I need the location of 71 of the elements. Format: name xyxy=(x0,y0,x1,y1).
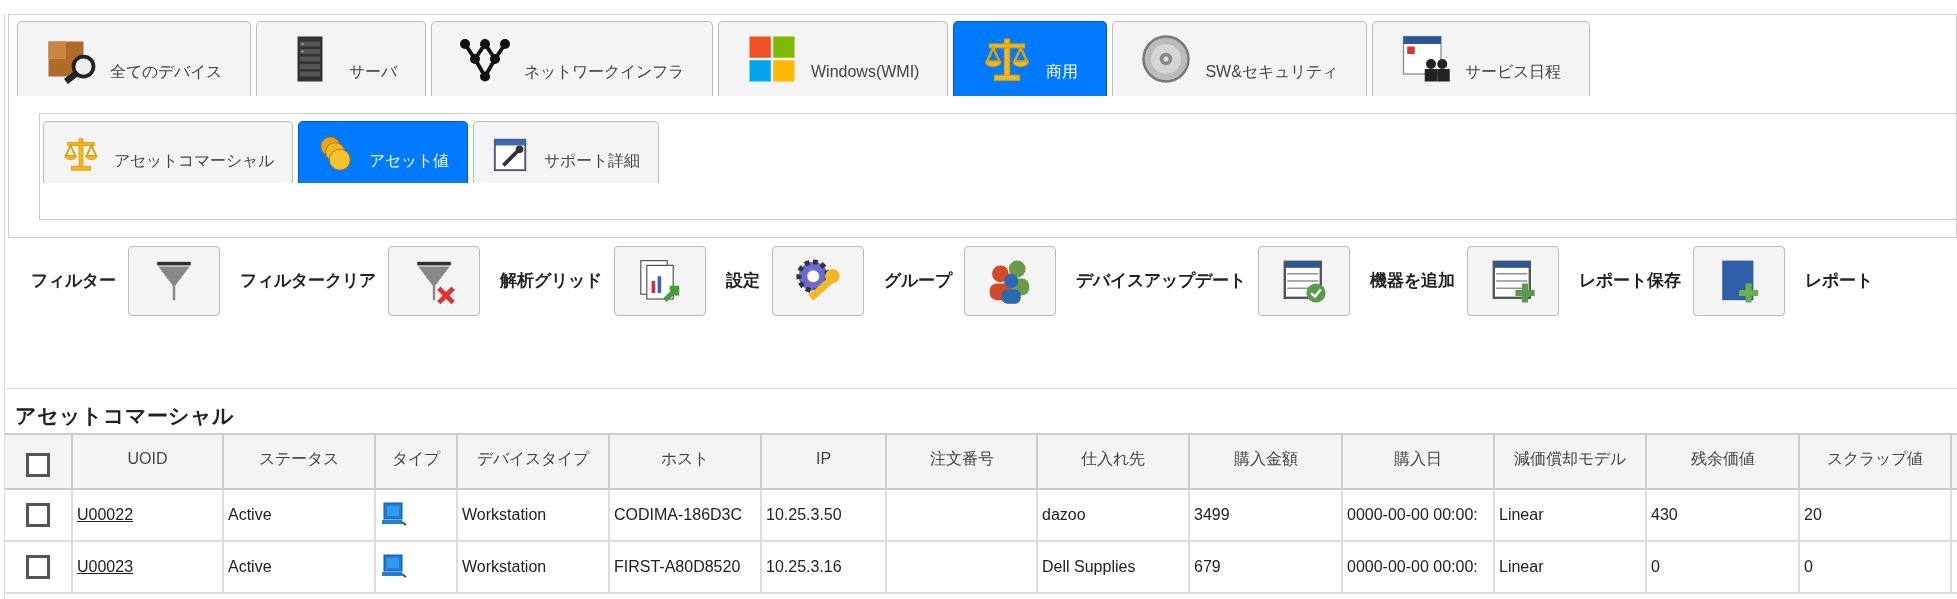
computer-icon xyxy=(380,553,408,581)
toolbar-button[interactable] xyxy=(772,246,864,316)
toolbar-button[interactable] xyxy=(964,246,1056,316)
tab[interactable]: Windows(WMI) xyxy=(718,21,949,96)
table-cell-text: 0 xyxy=(1651,557,1660,577)
toolbar-button[interactable] xyxy=(1693,246,1785,316)
table-cell-text: 20 xyxy=(1804,505,1822,525)
column-header[interactable]: UOID xyxy=(127,447,168,471)
table-cell-text: Workstation xyxy=(462,505,547,525)
column-header[interactable]: 仕入れ先 xyxy=(1081,447,1145,471)
table-cell-text: Linear xyxy=(1499,557,1544,577)
toolbar-button[interactable] xyxy=(614,246,706,316)
toolbar-label: 解析グリッド xyxy=(500,270,602,293)
table-cell-text: dazoo xyxy=(1042,505,1086,525)
balance-scale-icon xyxy=(62,135,100,173)
table-cell-text: 0 xyxy=(1804,557,1813,577)
column-header[interactable]: 注文番号 xyxy=(929,447,994,471)
disc-icon xyxy=(1141,34,1192,84)
toolbar-label: フィルター xyxy=(31,270,116,293)
tab[interactable]: 全てのデバイス xyxy=(17,21,251,96)
tab[interactable]: SW&セキュリティ xyxy=(1112,21,1367,96)
table-cell-text: Workstation xyxy=(462,557,547,577)
checkbox[interactable] xyxy=(26,452,50,477)
four-squares-icon xyxy=(747,34,797,84)
column-header[interactable]: 購入金額 xyxy=(1233,447,1298,471)
table-cell-text: Dell Supplies xyxy=(1042,557,1136,577)
tab[interactable]: 商用 xyxy=(953,21,1108,96)
toolbar-button[interactable] xyxy=(1467,246,1559,316)
toolbar-label: 設定 xyxy=(726,270,760,293)
table-title: アセットコマーシャル xyxy=(14,403,235,429)
table-cell-text: Linear xyxy=(1499,505,1544,525)
table-cell-text: Active xyxy=(228,505,272,525)
tab[interactable]: サーバ xyxy=(256,21,426,96)
tab[interactable]: ネットワークインフラ xyxy=(431,21,713,96)
calendar-people-icon xyxy=(1400,34,1451,84)
column-header[interactable]: IP xyxy=(815,447,832,471)
toolbar-button[interactable] xyxy=(388,246,480,316)
toolbar-label: 機器を追加 xyxy=(1370,270,1455,293)
toolbar-label: レポート保存 xyxy=(1579,270,1681,293)
subtab[interactable]: アセットコマーシャル xyxy=(43,121,293,183)
toolbar-button[interactable] xyxy=(1258,246,1350,316)
uoid-link[interactable]: U00023 xyxy=(77,555,134,579)
column-header[interactable]: ホスト xyxy=(661,447,709,471)
table-cell-text: CODIMA-186D3C xyxy=(614,505,743,525)
table-cell-text: 0000-00-00 00:00: xyxy=(1347,557,1478,577)
subtab[interactable]: サポート詳細 xyxy=(473,121,659,183)
column-header[interactable]: ステータス xyxy=(259,447,339,471)
toolbar-label: フィルタークリア xyxy=(240,270,376,293)
column-header[interactable]: デバイスタイプ xyxy=(477,447,589,471)
computer-icon xyxy=(380,501,408,529)
column-header[interactable]: 減価償却モデル xyxy=(1514,447,1626,471)
table-cell-text: 10.25.3.50 xyxy=(766,505,842,525)
toolbar-label: グループ xyxy=(884,270,952,293)
subtab[interactable]: アセット値 xyxy=(298,121,468,183)
column-header[interactable]: タイプ xyxy=(392,447,440,471)
column-header[interactable]: 残余価値 xyxy=(1690,447,1755,471)
tab[interactable]: サービス日程 xyxy=(1371,21,1590,96)
table-cell-text: 679 xyxy=(1194,557,1221,577)
table-cell-text: 0000-00-00 00:00: xyxy=(1347,505,1478,525)
table-cell-text: FIRST-A80D8520 xyxy=(614,557,741,577)
toolbar-label: デバイスアップデート xyxy=(1076,270,1246,293)
table-cell-text: 430 xyxy=(1651,505,1678,525)
column-header[interactable]: スクラップ値 xyxy=(1827,447,1923,471)
checkbox[interactable] xyxy=(26,503,50,527)
table-cell-text: 10.25.3.16 xyxy=(766,557,842,577)
checkbox[interactable] xyxy=(26,555,50,579)
toolbar-label: レポート xyxy=(1805,270,1873,293)
table-cell-text: 3499 xyxy=(1194,505,1230,525)
uoid-link[interactable]: U00022 xyxy=(77,503,134,527)
table-cell-text: Active xyxy=(228,557,272,577)
column-header[interactable]: 購入日 xyxy=(1394,447,1442,471)
